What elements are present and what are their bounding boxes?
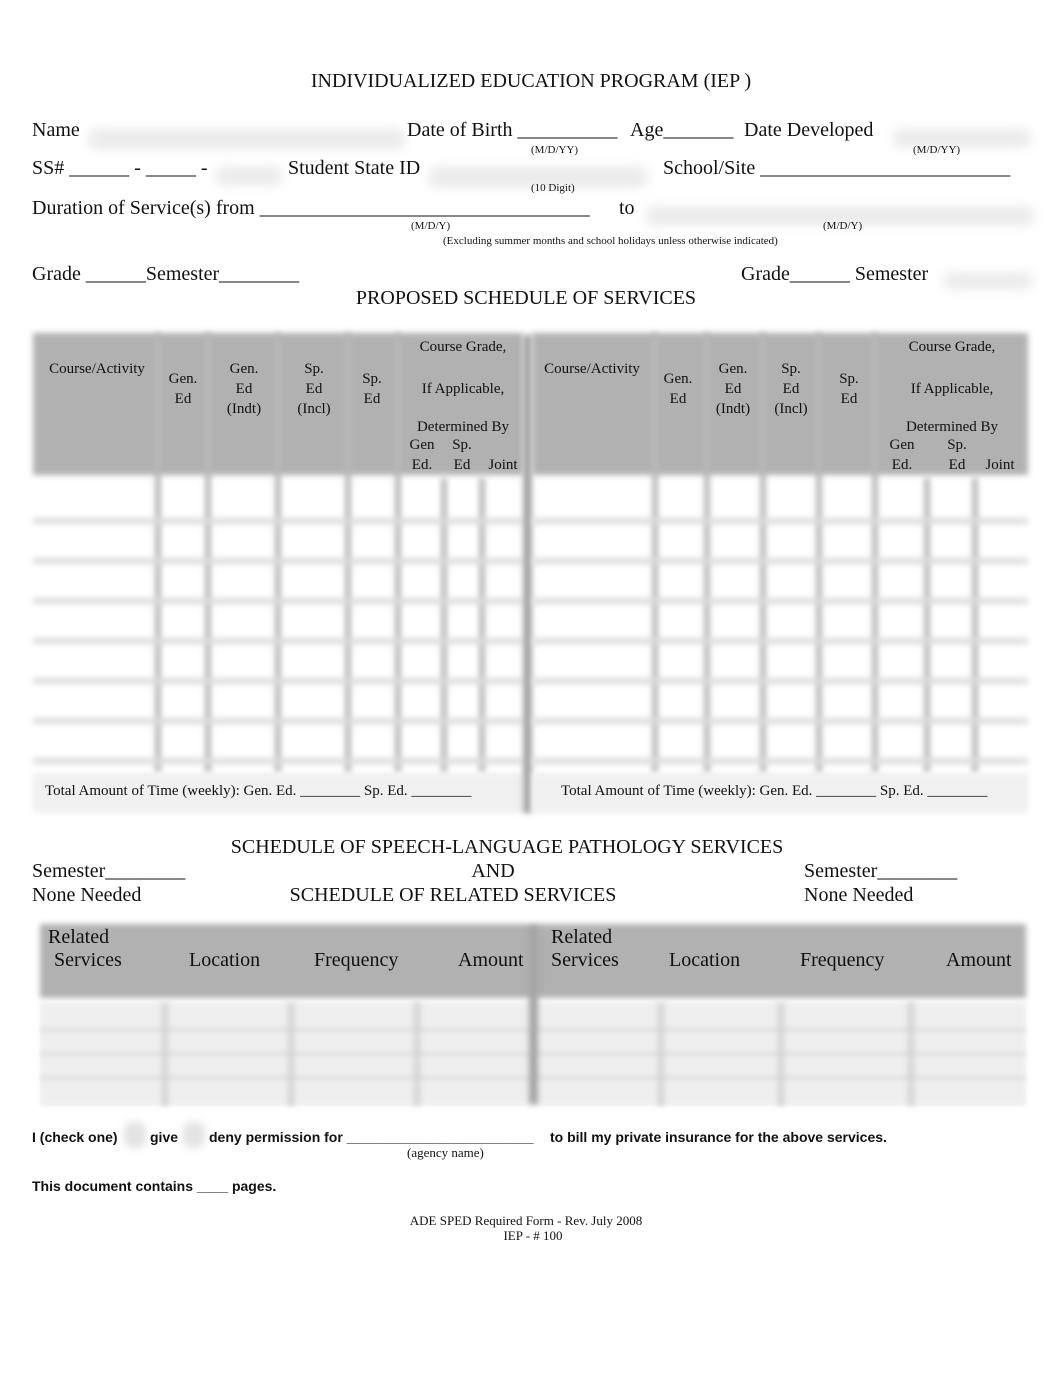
col-course-grade-line3: Determined By: [905, 419, 999, 435]
col-determined-sp-ed: Sp. Ed: [452, 437, 472, 473]
dob-hint: (M/D/YY): [531, 144, 579, 156]
col-course-grade-line3: Determined By: [416, 419, 510, 435]
deny-checkbox[interactable]: [183, 1122, 205, 1148]
col-sp-ed: Sp. Ed: [362, 371, 382, 407]
semester-right: Semester________: [804, 860, 958, 882]
table-divider: [523, 335, 532, 813]
pages-line: This document contains ____ pages.: [32, 1178, 277, 1194]
col-location: Location: [189, 949, 261, 971]
col-determined-joint: Joint: [488, 457, 518, 473]
col-amount: Amount: [458, 949, 524, 971]
permission-prefix: I (check one): [32, 1129, 118, 1145]
agency-name-hint: (agency name): [407, 1145, 484, 1160]
none-needed-right: None Needed: [804, 884, 914, 906]
col-location: Location: [669, 949, 741, 971]
none-needed-left: None Needed: [32, 884, 142, 906]
col-course-activity: Course/Activity: [49, 361, 145, 377]
col-sp-ed-incl: Sp. Ed (Incl): [774, 361, 808, 417]
permission-deny: deny permission for ____________________…: [209, 1129, 534, 1145]
col-course-grade-line2: If Applicable,: [910, 381, 994, 397]
page-title: INDIVIDUALIZED EDUCATION PROGRAM (IEP ): [310, 70, 752, 92]
permission-suffix: to bill my private insurance for the abo…: [550, 1129, 887, 1145]
duration-note: (Excluding summer months and school holi…: [443, 235, 778, 247]
date-developed-hint: (M/D/YY): [913, 144, 961, 156]
ss-last-field[interactable]: [215, 166, 283, 186]
col-gen-ed: Gen. Ed: [663, 371, 693, 407]
ss-label: SS# ______ - _____ -: [32, 157, 208, 179]
col-frequency: Frequency: [800, 949, 885, 971]
duration-to-hint: (M/D/Y): [823, 220, 863, 232]
duration-label: Duration of Service(s) from ____________…: [32, 197, 590, 219]
proposed-schedule-header-left: Course/Activity Gen. Ed Gen. Ed (Indt) Sp. E…: [33, 333, 523, 483]
total-time-left: Total Amount of Time (weekly): Gen. Ed. …: [45, 783, 472, 799]
name-field[interactable]: [88, 128, 406, 150]
col-gen-ed-indt: Gen. Ed (Indt): [226, 361, 262, 417]
proposed-schedule-header-right: Course/Activity Gen. Ed Gen. Ed (Indt) Sp. E…: [532, 333, 1028, 483]
footer-form-number: IEP - # 100: [503, 1228, 563, 1243]
related-table-divider: [529, 926, 538, 1104]
give-checkbox[interactable]: [124, 1122, 146, 1148]
col-determined-gen-ed: Gen Ed.: [409, 437, 435, 473]
col-course-grade-line2: If Applicable,: [421, 381, 505, 397]
age-label: Age_______: [630, 119, 734, 141]
slp-services-title: SCHEDULE OF SPEECH-LANGUAGE PATHOLOGY SE…: [230, 836, 784, 858]
name-label: Name: [32, 119, 80, 141]
col-determined-sp-ed: Sp. Ed: [947, 437, 967, 473]
col-related-services: Related Services: [48, 926, 122, 971]
footer-form-rev: ADE SPED Required Form - Rev. July 2008: [409, 1213, 643, 1228]
semester-left: Semester________: [32, 860, 186, 882]
col-sp-ed: Sp. Ed: [839, 371, 859, 407]
col-gen-ed: Gen. Ed: [168, 371, 198, 407]
grade-semester-right: Grade______ Semester: [741, 263, 929, 285]
grade-semester-left: Grade ______Semester________: [32, 263, 300, 285]
col-determined-gen-ed: Gen Ed.: [889, 437, 915, 473]
student-state-id-label: Student State ID: [288, 157, 421, 179]
dob-label: Date of Birth __________: [407, 119, 618, 141]
student-state-id-hint: (10 Digit): [531, 182, 575, 194]
col-sp-ed-incl: Sp. Ed (Incl): [297, 361, 331, 417]
col-determined-joint: Joint: [985, 457, 1015, 473]
duration-from-hint: (M/D/Y): [411, 220, 451, 232]
col-frequency: Frequency: [314, 949, 399, 971]
col-course-grade-line1: Course Grade,: [419, 339, 507, 355]
col-related-services: Related Services: [551, 926, 619, 971]
duration-to-label: to: [619, 197, 635, 219]
date-developed-label: Date Developed: [744, 119, 874, 141]
col-amount: Amount: [946, 949, 1012, 971]
permission-give: give: [150, 1129, 179, 1145]
school-site-label: School/Site _________________________: [663, 157, 1011, 179]
col-course-grade-line1: Course Grade,: [908, 339, 996, 355]
col-course-activity: Course/Activity: [544, 361, 640, 377]
total-time-right: Total Amount of Time (weekly): Gen. Ed. …: [561, 783, 988, 799]
col-gen-ed-indt: Gen. Ed (Indt): [715, 361, 751, 417]
proposed-schedule-title: PROPOSED SCHEDULE OF SERVICES: [355, 287, 697, 309]
